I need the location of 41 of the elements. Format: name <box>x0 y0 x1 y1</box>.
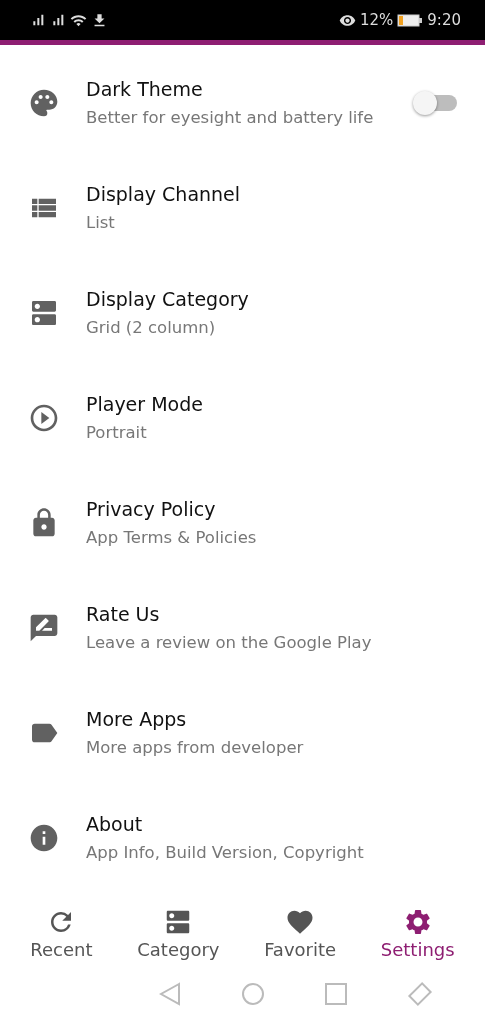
setting-subtitle: Grid (2 column) <box>86 318 217 337</box>
setting-subtitle: List <box>86 213 116 232</box>
setting-subtitle: More apps from developer <box>86 738 305 757</box>
nav-tab[interactable]: Favorite <box>258 903 343 964</box>
setting-subtitle: App Info, Build Version, Copyright <box>86 843 365 862</box>
setting-title: More Apps <box>86 708 188 730</box>
setting-title: Display Category <box>86 288 250 310</box>
nav-label: Recent <box>30 939 93 960</box>
setting-title: Privacy Policy <box>86 498 217 520</box>
setting-subtitle: Portrait <box>86 423 148 442</box>
setting-subtitle: Better for eyesight and battery life <box>86 108 375 127</box>
settings-item[interactable]: More Apps More apps from developer <box>0 680 485 785</box>
setting-title: Dark Theme <box>86 78 204 100</box>
settings-item[interactable]: Display Category Grid (2 column) <box>0 260 485 365</box>
settings-item[interactable]: Privacy Policy App Terms & Policies <box>0 470 485 575</box>
settings-item[interactable]: Display Channel List <box>0 155 485 260</box>
recents-icon[interactable] <box>325 983 347 1005</box>
settings-item[interactable]: About App Info, Build Version, Copyright <box>0 785 485 890</box>
setting-title: Rate Us <box>86 603 161 625</box>
settings-item[interactable]: Rate Us Leave a review on the Google Play <box>0 575 485 680</box>
settings-item[interactable]: Player Mode Portrait <box>0 365 485 470</box>
rotate-icon[interactable] <box>407 981 433 1007</box>
battery-icon <box>397 13 424 27</box>
clock: 9:20 <box>427 11 461 29</box>
back-icon[interactable] <box>159 982 181 1006</box>
setting-subtitle: Leave a review on the Google Play <box>86 633 373 652</box>
nav-label: Category <box>137 939 220 960</box>
home-icon[interactable] <box>241 982 265 1006</box>
battery-percent: 12% <box>359 11 394 29</box>
setting-subtitle: App Terms & Policies <box>86 528 258 547</box>
nav-label: Favorite <box>264 939 337 960</box>
setting-title: Display Channel <box>86 183 242 205</box>
signal-icon <box>50 12 66 28</box>
nav-tab[interactable]: Category <box>131 903 226 964</box>
nav-tab[interactable]: Recent <box>24 903 99 964</box>
nav-tab[interactable]: Settings <box>374 903 461 964</box>
signal-icon <box>30 12 46 28</box>
settings-item[interactable]: Dark Theme Better for eyesight and battery life <box>0 50 485 155</box>
setting-title: Player Mode <box>86 393 204 415</box>
setting-title: About <box>86 813 144 835</box>
nav-label: Settings <box>380 939 455 960</box>
